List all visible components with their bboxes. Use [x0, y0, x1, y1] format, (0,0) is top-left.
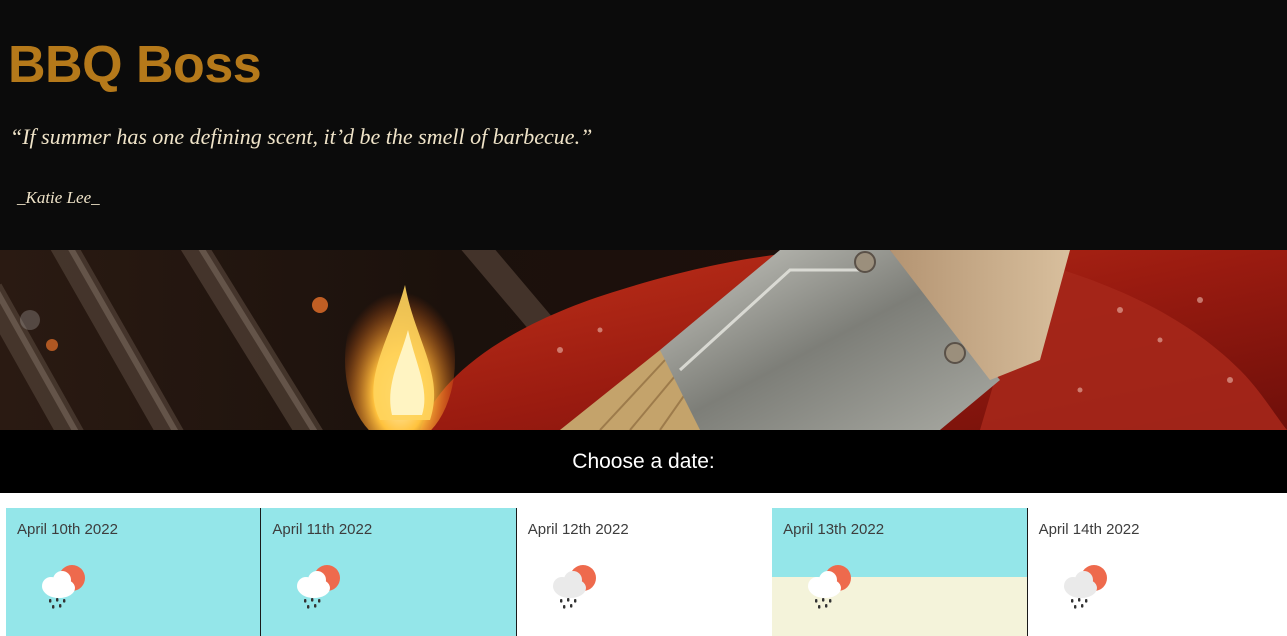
choose-date-label: Choose a date: — [572, 450, 715, 473]
date-card-label: April 12th 2022 — [527, 521, 629, 538]
date-card-april-12[interactable]: April 12th 2022 — [516, 508, 773, 636]
rain-cloud-sun-icon — [1063, 565, 1107, 609]
date-card-label: April 11th 2022 — [272, 521, 373, 538]
date-card-april-14[interactable]: April 14th 2022 — [1027, 508, 1283, 636]
rain-cloud-sun-icon — [808, 565, 852, 609]
date-cards: April 10th 2022 April 11th 2022 April 12… — [6, 508, 1283, 636]
date-card-label: April 13th 2022 — [783, 521, 885, 538]
date-card-label: April 10th 2022 — [17, 521, 118, 538]
date-card-april-13[interactable]: April 13th 2022 — [772, 508, 1028, 636]
date-card-label: April 14th 2022 — [1038, 521, 1140, 538]
site-title: BBQ Boss — [8, 36, 262, 94]
rain-cloud-sun-icon — [42, 565, 85, 609]
header-quote: “If summer has one defining scent, it’d … — [10, 124, 593, 149]
date-card-april-11[interactable]: April 11th 2022 — [261, 508, 517, 636]
bbq-banner-image — [0, 250, 1287, 430]
quote-author: _Katie Lee_ — [17, 188, 100, 207]
site-header: BBQ Boss “If summer has one defining sce… — [0, 0, 1287, 250]
rain-cloud-sun-icon — [297, 565, 341, 609]
bbq-photo-illustration — [0, 250, 1287, 430]
date-picker-header: Choose a date: — [0, 430, 1287, 493]
date-card-april-10[interactable]: April 10th 2022 — [6, 508, 262, 636]
rain-cloud-sun-icon — [552, 565, 596, 609]
